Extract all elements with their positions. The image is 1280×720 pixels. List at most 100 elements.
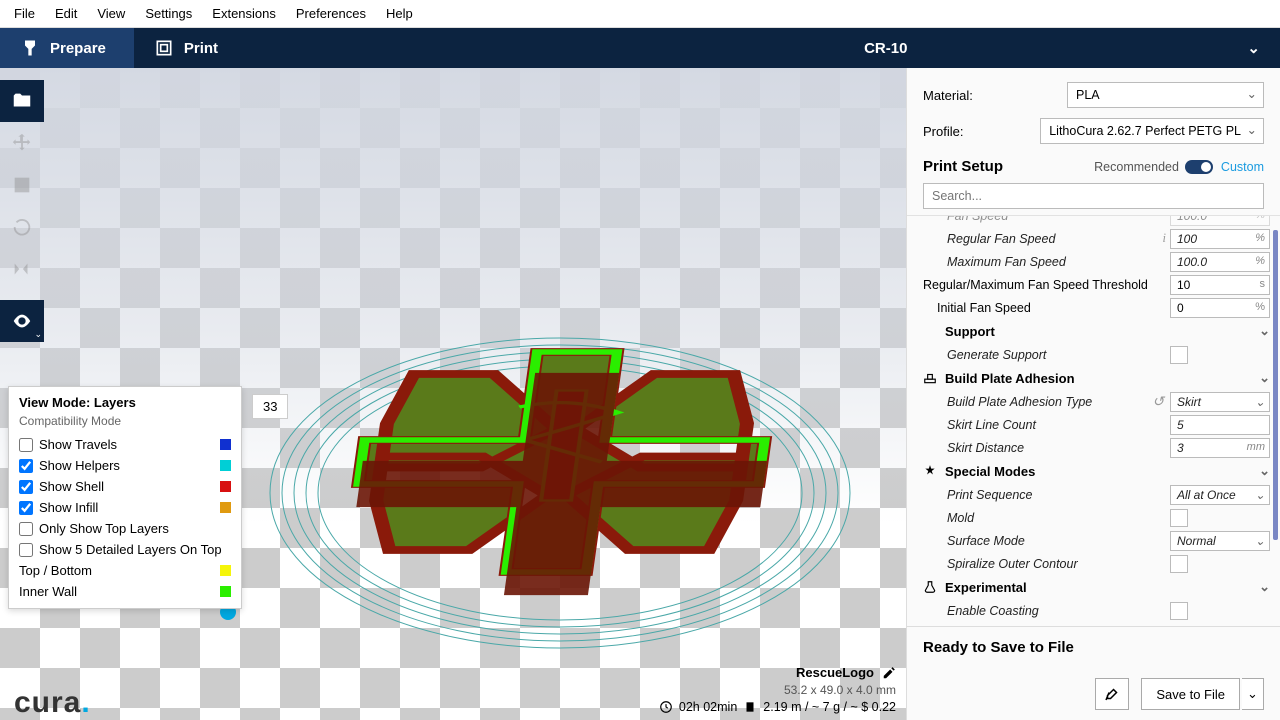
fan-threshold-label: Regular/Maximum Fan Speed Threshold [923,278,1170,292]
left-toolbar: ⌄ [0,80,44,342]
viewport[interactable]: ⌄ [0,68,906,720]
legend-innerwall: Inner Wall [19,584,77,599]
edit-icon[interactable] [882,666,896,680]
printer-select[interactable]: CR-10 ⌄ [844,28,1280,68]
skirt-distance-label: Skirt Distance [923,441,1170,455]
view-mode-button[interactable]: ⌄ [0,300,44,342]
category-support[interactable]: Support⌄ [923,319,1270,343]
info-icon[interactable]: i [1163,231,1166,246]
regular-fan-label: Regular Fan Speed [923,232,1163,246]
print-icon [154,38,174,58]
mold-checkbox[interactable] [1170,509,1188,527]
spiralize-checkbox[interactable] [1170,555,1188,573]
settings-panel: Material: PLA Profile: LithoCura 2.62.7 … [906,68,1280,720]
generate-support-checkbox[interactable] [1170,346,1188,364]
setup-mode-toggle[interactable] [1185,160,1213,174]
category-adhesion[interactable]: Build Plate Adhesion⌄ [923,366,1270,390]
generate-support-label: Generate Support [923,348,1170,362]
tab-prepare[interactable]: Prepare [0,28,134,68]
material-icon [743,700,757,714]
profile-label: Profile: [923,124,1026,139]
initial-fan-label: Initial Fan Speed [923,301,1170,315]
spiralize-label: Spiralize Outer Contour [923,557,1170,571]
color-swatch [220,502,231,513]
prepare-icon [20,38,40,58]
model-status: RescueLogo 53.2 x 49.0 x 4.0 mm 02h 02mi… [659,665,896,714]
adhesion-type-label: Build Plate Adhesion Type [923,395,1152,409]
only-top-layers-label: Only Show Top Layers [39,521,169,536]
skirt-count-label: Skirt Line Count [923,418,1170,432]
material-usage: 2.19 m / ~ 7 g / ~ $ 0.22 [763,700,896,714]
view-mode-title: View Mode: Layers [19,395,231,410]
show-shell-label: Show Shell [39,479,104,494]
tab-print-label: Print [184,40,218,57]
enable-coasting-label: Enable Coasting [923,604,1170,618]
menu-view[interactable]: View [87,2,135,25]
color-swatch [220,481,231,492]
rotate-tool[interactable] [0,206,44,248]
show-travels-label: Show Travels [39,437,117,452]
print-sequence-dropdown[interactable]: All at Once [1170,485,1270,505]
menu-file[interactable]: File [4,2,45,25]
adhesion-type-dropdown[interactable]: Skirt [1170,392,1270,412]
mirror-tool[interactable] [0,248,44,290]
color-swatch [220,439,231,450]
model-preview [230,243,855,663]
skirt-distance-input[interactable]: 3mm [1170,438,1270,458]
color-swatch [220,586,231,597]
save-button[interactable]: Save to File [1141,678,1240,710]
tab-prepare-label: Prepare [50,40,106,57]
ready-status: Ready to Save to File [923,639,1264,656]
model-dimensions: 53.2 x 49.0 x 4.0 mm [659,683,896,697]
max-fan-input[interactable]: 100.0% [1170,252,1270,272]
layer-number: 33 [252,394,288,419]
adhesion-icon [923,371,939,385]
show-shell-checkbox[interactable] [19,480,33,494]
menu-settings[interactable]: Settings [135,2,202,25]
category-experimental[interactable]: Experimental⌄ [923,575,1270,599]
support-icon [923,324,939,338]
reset-icon[interactable]: ↺ [1152,393,1164,410]
material-dropdown[interactable]: PLA [1067,82,1264,108]
chevron-down-icon: ⌄ [34,329,42,340]
search-input[interactable] [923,183,1264,209]
initial-fan-input[interactable]: 0% [1170,298,1270,318]
surface-mode-dropdown[interactable]: Normal [1170,531,1270,551]
show-helpers-label: Show Helpers [39,458,120,473]
show-helpers-checkbox[interactable] [19,459,33,473]
stage-tabs: Prepare Print CR-10 ⌄ [0,28,1280,68]
view-mode-panel: View Mode: Layers Compatibility Mode Sho… [8,386,242,609]
menu-help[interactable]: Help [376,2,423,25]
category-special[interactable]: Special Modes⌄ [923,459,1270,483]
open-file-button[interactable] [0,80,44,122]
only-top-layers-checkbox[interactable] [19,522,33,536]
model-name: RescueLogo [796,665,874,680]
show-infill-checkbox[interactable] [19,501,33,515]
tab-print[interactable]: Print [134,28,246,68]
save-dropdown[interactable]: ⌄ [1242,678,1264,710]
regular-fan-input[interactable]: 100% [1170,229,1270,249]
color-swatch [220,460,231,471]
chevron-down-icon: ⌄ [1247,39,1260,57]
post-process-button[interactable] [1095,678,1129,710]
five-detailed-checkbox[interactable] [19,543,33,557]
mold-label: Mold [923,511,1170,525]
show-travels-checkbox[interactable] [19,438,33,452]
print-time: 02h 02min [679,700,737,714]
fan-threshold-input[interactable]: 10s [1170,275,1270,295]
compatibility-mode-label: Compatibility Mode [19,414,231,428]
menu-extensions[interactable]: Extensions [202,2,286,25]
scale-tool[interactable] [0,164,44,206]
max-fan-label: Maximum Fan Speed [923,255,1170,269]
menu-preferences[interactable]: Preferences [286,2,376,25]
menu-edit[interactable]: Edit [45,2,87,25]
profile-dropdown[interactable]: LithoCura 2.62.7 Perfect PETG PL [1040,118,1264,144]
scrollbar[interactable] [1273,230,1278,540]
clock-icon [659,700,673,714]
enable-coasting-checkbox[interactable] [1170,602,1188,620]
custom-label[interactable]: Custom [1221,160,1264,174]
move-tool[interactable] [0,122,44,164]
skirt-count-input[interactable]: 5 [1170,415,1270,435]
special-icon [923,464,939,478]
legend-topbottom: Top / Bottom [19,563,92,578]
